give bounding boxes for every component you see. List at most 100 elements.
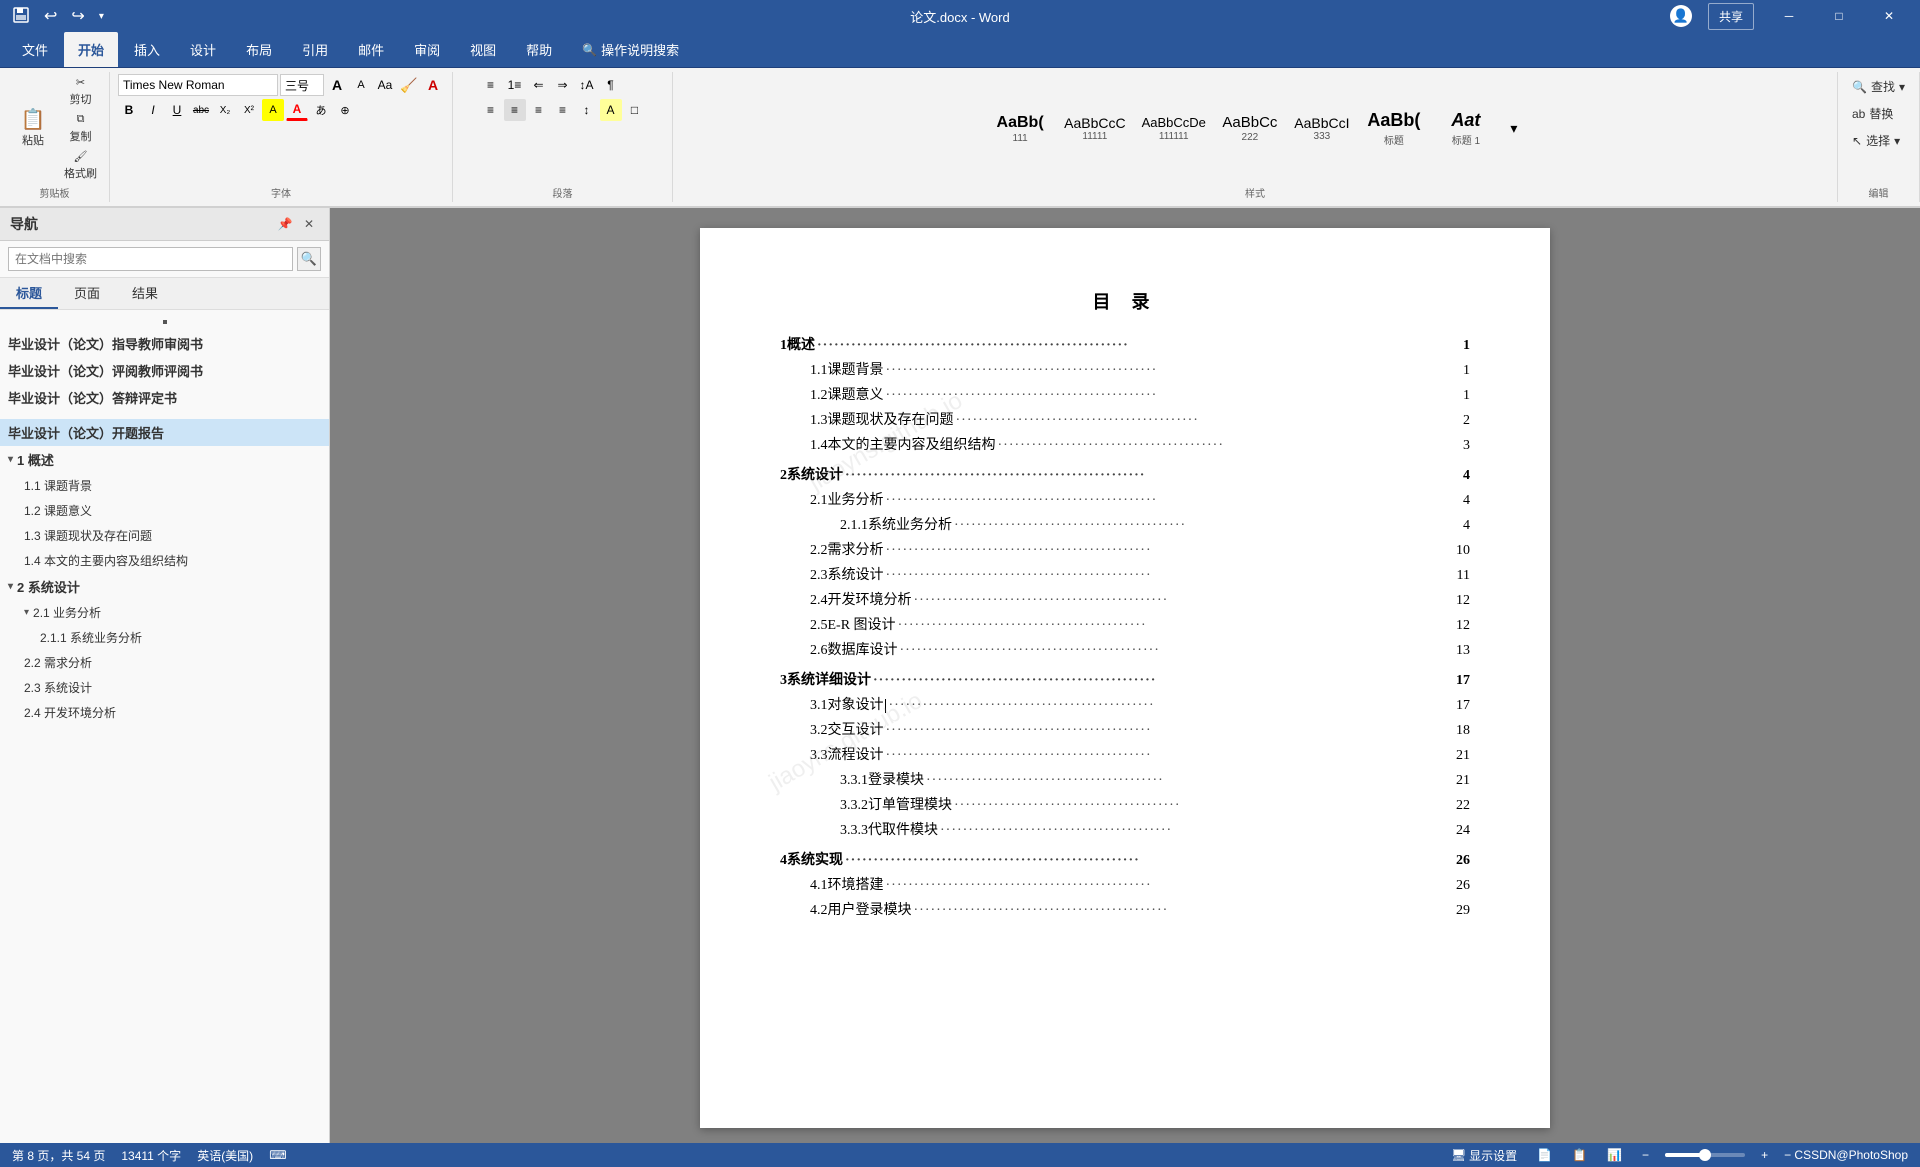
nav-item-1-3[interactable]: 1.3 课题现状及存在问题 xyxy=(0,523,329,548)
search-input[interactable] xyxy=(8,247,293,271)
sort-button[interactable]: ↕A xyxy=(576,74,598,96)
replace-button[interactable]: ab替换 xyxy=(1846,101,1899,126)
tab-pages[interactable]: 页面 xyxy=(58,278,116,309)
align-center-button[interactable]: ≡ xyxy=(504,99,526,121)
search-submit-button[interactable]: 🔍 xyxy=(297,247,321,271)
doc-area[interactable]: jiaoyns.github.io jiaoyns.github.io 目 录 … xyxy=(330,208,1920,1143)
nav-item-1-2[interactable]: 1.2 课题意义 xyxy=(0,498,329,523)
close-button[interactable]: ✕ xyxy=(1866,0,1912,32)
align-right-button[interactable]: ≡ xyxy=(528,99,550,121)
restore-button[interactable]: □ xyxy=(1816,0,1862,32)
save-icon[interactable] xyxy=(8,2,34,31)
style-333[interactable]: AaBbCcI 333 xyxy=(1287,112,1357,146)
indent-button[interactable]: ⇒ xyxy=(552,74,574,96)
sidebar-pin-button[interactable]: 📌 xyxy=(275,214,295,234)
line-spacing-button[interactable]: ↕ xyxy=(576,99,598,121)
tab-design[interactable]: 设计 xyxy=(176,32,230,67)
style-11111[interactable]: AaBbCcC 11111 xyxy=(1057,112,1132,146)
sidebar-close-button[interactable]: ✕ xyxy=(299,214,319,234)
undo-icon[interactable]: ↩ xyxy=(40,2,61,30)
format-paint-button[interactable]: 🖌 格式刷 xyxy=(60,148,101,183)
select-button[interactable]: ↖选择▾ xyxy=(1846,128,1906,153)
border-button[interactable]: □ xyxy=(624,99,646,121)
italic-button[interactable]: I xyxy=(142,99,164,121)
tab-layout[interactable]: 布局 xyxy=(232,32,286,67)
font-name-input[interactable] xyxy=(118,74,278,96)
text-effect-button[interactable]: A xyxy=(422,74,444,96)
redo-icon[interactable]: ↪ xyxy=(67,2,88,30)
style-111[interactable]: AaBb( 111 xyxy=(985,110,1055,146)
clear-format-button[interactable]: 🧹 xyxy=(398,74,420,96)
minimize-button[interactable]: ─ xyxy=(1766,0,1812,32)
tab-review[interactable]: 审阅 xyxy=(400,32,454,67)
nav-item-reviewer[interactable]: 毕业设计（论文）评阅教师评阅书 xyxy=(0,357,329,384)
superscript-button[interactable]: X² xyxy=(238,99,260,121)
font-size-input[interactable] xyxy=(280,74,324,96)
zoom-out-button[interactable]: − xyxy=(1638,1146,1653,1164)
strikethrough-button[interactable]: abc xyxy=(190,99,212,121)
style-biaoti1[interactable]: Aat 标题 1 xyxy=(1431,107,1501,150)
style-111111[interactable]: AaBbCcDe 111111 xyxy=(1135,112,1213,145)
customize-icon[interactable]: ▾ xyxy=(95,7,108,26)
font-group: A A Aa 🧹 A B I U abc X₂ X² A A あ ⊕ 字体 xyxy=(110,72,453,202)
paragraph-group: ≡ 1≡ ⇐ ⇒ ↕A ¶ ≡ ≡ ≡ ≡ ↕ A □ 段落 xyxy=(453,72,673,202)
copy-button[interactable]: ⧉ 复制 xyxy=(60,111,101,146)
toc-num: 3.3 xyxy=(810,748,828,764)
underline-button[interactable]: U xyxy=(166,99,188,121)
nav-item-2-1[interactable]: ▾ 2.1 业务分析 xyxy=(0,600,329,625)
view-print-button[interactable]: 📄 xyxy=(1533,1146,1556,1164)
tab-home[interactable]: 开始 xyxy=(64,32,118,67)
nav-item-1-4[interactable]: 1.4 本文的主要内容及组织结构 xyxy=(0,548,329,573)
view-outline-button[interactable]: 📊 xyxy=(1603,1146,1626,1164)
phonetic-button[interactable]: あ xyxy=(310,99,332,121)
tab-insert[interactable]: 插入 xyxy=(120,32,174,67)
tab-view[interactable]: 视图 xyxy=(456,32,510,67)
align-left-button[interactable]: ≡ xyxy=(480,99,502,121)
nav-item-2-2[interactable]: 2.2 需求分析 xyxy=(0,650,329,675)
font-shrink-button[interactable]: A xyxy=(350,74,372,96)
nav-item-proposal[interactable]: 毕业设计（论文）开题报告 xyxy=(0,419,329,446)
nav-item-1-1[interactable]: 1.1 课题背景 xyxy=(0,473,329,498)
nav-item-2-1-1[interactable]: 2.1.1 系统业务分析 xyxy=(0,625,329,650)
tab-headings[interactable]: 标题 xyxy=(0,278,58,309)
show-formatting-button[interactable]: ¶ xyxy=(600,74,622,96)
nav-item-2-4[interactable]: 2.4 开发环境分析 xyxy=(0,700,329,725)
font-case-button[interactable]: Aa xyxy=(374,74,396,96)
nav-item-defense[interactable]: 毕业设计（论文）答辩评定书 xyxy=(0,384,329,411)
toc-page: 1 xyxy=(1463,363,1470,379)
toc-entry: 1.4 本文的主要内容及组织结构 ·······················… xyxy=(780,434,1470,454)
highlight-button[interactable]: A xyxy=(262,99,284,121)
style-222[interactable]: AaBbCc 222 xyxy=(1215,111,1285,146)
numbering-button[interactable]: 1≡ xyxy=(504,74,526,96)
view-web-button[interactable]: 📋 xyxy=(1568,1146,1591,1164)
toc-text: 系统设计 xyxy=(828,564,884,584)
find-button[interactable]: 🔍查找▾ xyxy=(1846,74,1911,99)
font-color-button[interactable]: A xyxy=(286,99,308,121)
tab-mailings[interactable]: 邮件 xyxy=(344,32,398,67)
zoom-in-button[interactable]: + xyxy=(1757,1146,1772,1164)
font-grow-button[interactable]: A xyxy=(326,74,348,96)
user-avatar[interactable]: 👤 xyxy=(1666,1,1696,31)
nav-item-supervisor[interactable]: 毕业设计（论文）指导教师审阅书 xyxy=(0,330,329,357)
nav-item-2-3[interactable]: 2.3 系统设计 xyxy=(0,675,329,700)
tab-help[interactable]: 帮助 xyxy=(512,32,566,67)
style-biaoti[interactable]: AaBb( 标题 xyxy=(1359,107,1429,150)
styles-more-button[interactable]: ▾ xyxy=(1503,118,1525,140)
tab-results[interactable]: 结果 xyxy=(116,278,174,309)
bullets-button[interactable]: ≡ xyxy=(480,74,502,96)
outdent-button[interactable]: ⇐ xyxy=(528,74,550,96)
tab-file[interactable]: 文件 xyxy=(8,32,62,67)
nav-item-ch2[interactable]: ▾ 2 系统设计 xyxy=(0,573,329,600)
display-settings-button[interactable]: 🖥 显示设置 xyxy=(1447,1145,1521,1166)
justify-button[interactable]: ≡ xyxy=(552,99,574,121)
share-button[interactable]: 共享 xyxy=(1708,3,1754,30)
tab-search[interactable]: 🔍 操作说明搜索 xyxy=(568,32,693,67)
subscript-button[interactable]: X₂ xyxy=(214,99,236,121)
bold-button[interactable]: B xyxy=(118,99,140,121)
nav-item-ch1[interactable]: ▾ 1 概述 xyxy=(0,446,329,473)
cut-button[interactable]: ✂ 剪切 xyxy=(60,74,101,109)
shading-button[interactable]: A xyxy=(600,99,622,121)
paste-button[interactable]: 📋 粘贴 xyxy=(8,104,58,154)
tab-references[interactable]: 引用 xyxy=(288,32,342,67)
enclose-button[interactable]: ⊕ xyxy=(334,99,356,121)
